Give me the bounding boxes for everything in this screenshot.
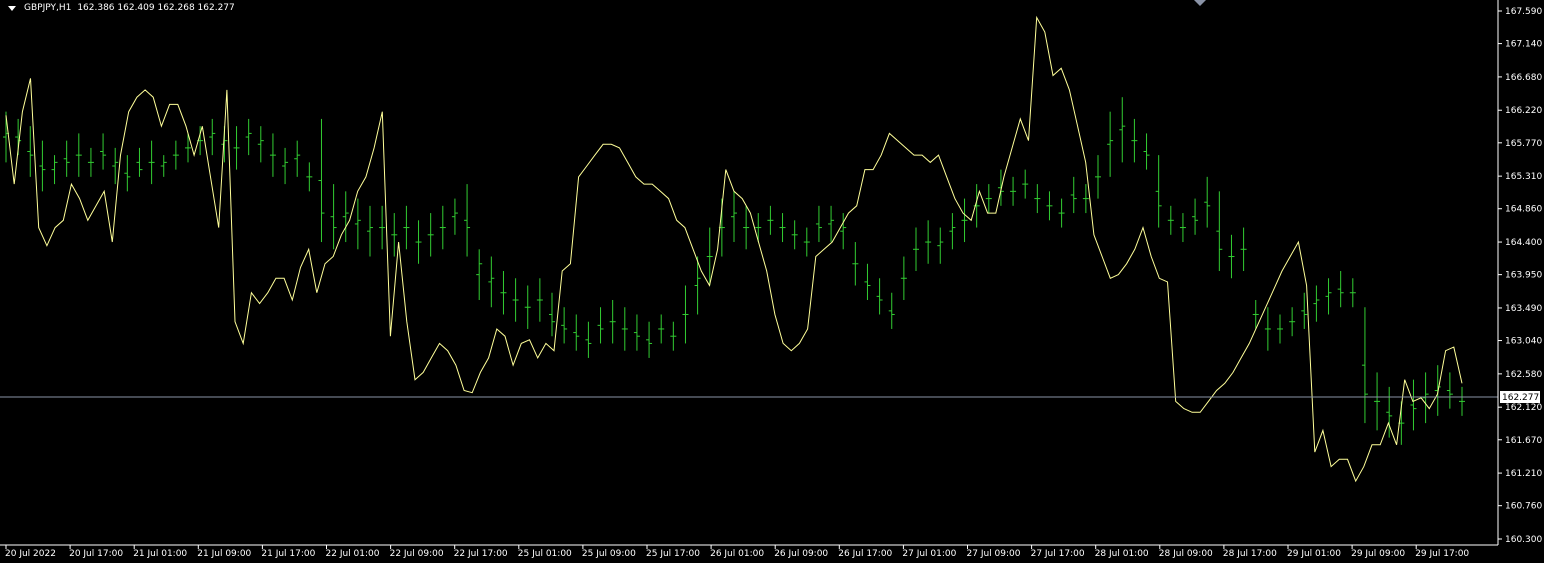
current-price-label: 162.277	[1502, 393, 1539, 403]
time-axis-label: 25 Jul 01:00	[518, 549, 572, 559]
time-axis-label: 22 Jul 09:00	[390, 549, 444, 559]
time-axis-label: 26 Jul 17:00	[838, 549, 892, 559]
price-axis-label: 165.770	[1505, 139, 1542, 149]
price-axis-label: 165.310	[1505, 172, 1542, 182]
price-axis-label: 161.670	[1505, 436, 1542, 446]
price-axis-label: 166.680	[1505, 73, 1542, 83]
price-axis-label: 160.760	[1505, 502, 1542, 512]
time-axis-label: 22 Jul 17:00	[454, 549, 508, 559]
time-axis-label: 28 Jul 09:00	[1159, 549, 1213, 559]
symbol-label: GBPJPY,H1	[24, 3, 72, 13]
time-axis-label: 20 Jul 17:00	[69, 549, 123, 559]
time-axis-label: 26 Jul 09:00	[774, 549, 828, 559]
time-axis-label: 29 Jul 17:00	[1415, 549, 1469, 559]
time-axis-label: 20 Jul 2022	[5, 549, 56, 559]
price-axis-label: 166.220	[1505, 106, 1542, 116]
current-price-tag: 162.277	[1500, 391, 1540, 403]
time-axis-label: 28 Jul 01:00	[1095, 549, 1149, 559]
price-axis-label: 167.590	[1505, 7, 1542, 17]
time-axis-label: 27 Jul 09:00	[967, 549, 1021, 559]
price-chart[interactable]: 167.590 167.140 166.680 166.220 165.770 165.3…	[0, 0, 1544, 563]
time-axis-label: 21 Jul 09:00	[197, 549, 251, 559]
time-axis-label: 25 Jul 17:00	[646, 549, 700, 559]
time-axis-label: 22 Jul 01:00	[326, 549, 380, 559]
price-axis-label: 162.580	[1505, 370, 1542, 380]
time-axis-label: 25 Jul 09:00	[582, 549, 636, 559]
time-axis-label: 21 Jul 01:00	[133, 549, 187, 559]
price-axis-label: 164.860	[1505, 205, 1542, 215]
chart-window[interactable]: 167.590 167.140 166.680 166.220 165.770 165.3…	[0, 0, 1544, 563]
price-axis-label: 163.950	[1505, 271, 1542, 281]
price-axis-label: 167.140	[1505, 40, 1542, 50]
time-axis-label: 28 Jul 17:00	[1223, 549, 1277, 559]
time-axis-label: 29 Jul 09:00	[1351, 549, 1405, 559]
time-axis-label: 27 Jul 01:00	[902, 549, 956, 559]
price-axis-label: 164.400	[1505, 238, 1542, 248]
chart-header: GBPJPY,H1 162.386 162.409 162.268 162.27…	[8, 3, 235, 13]
price-axis-label: 162.120	[1505, 403, 1542, 413]
price-axis-label: 163.490	[1505, 304, 1542, 314]
dropdown-triangle-icon[interactable]	[8, 5, 16, 11]
time-axis-label: 27 Jul 17:00	[1031, 549, 1085, 559]
chart-background	[0, 0, 1544, 563]
time-axis-label: 29 Jul 01:00	[1287, 549, 1341, 559]
ohlc-values: 162.386 162.409 162.268 162.277	[77, 3, 235, 13]
time-axis-label: 21 Jul 17:00	[261, 549, 315, 559]
price-axis-label: 161.210	[1505, 469, 1542, 479]
price-axis-label: 160.300	[1505, 535, 1542, 545]
price-axis-label: 163.040	[1505, 337, 1542, 347]
time-axis-label: 26 Jul 01:00	[710, 549, 764, 559]
